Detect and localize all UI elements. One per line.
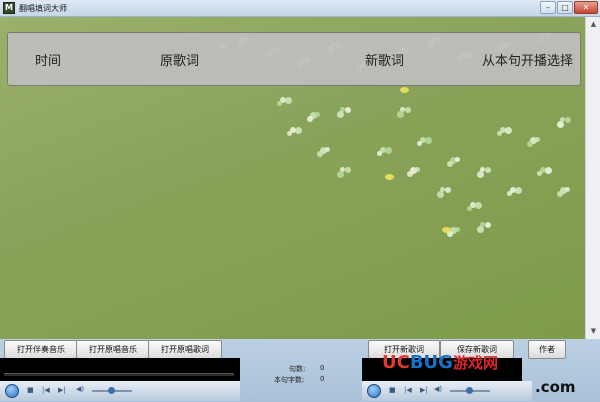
leaf-shape (385, 147, 392, 154)
leaf-shape (397, 111, 404, 118)
volume-knob-right[interactable] (466, 387, 473, 394)
app-icon: M (3, 2, 15, 14)
leaf-shape (447, 161, 453, 167)
open-original-lyrics-button[interactable]: 打开原唱歌词 (148, 340, 222, 359)
volume-icon-right[interactable]: ◀) (434, 385, 442, 393)
previous-icon-right[interactable]: |◀ (404, 386, 412, 394)
leaf-shape (407, 171, 413, 177)
open-accompaniment-button[interactable]: 打开伴奏音乐 (4, 340, 78, 359)
stop-icon-right[interactable]: ■ (389, 386, 396, 394)
vertical-scrollbar[interactable]: ▲ ▼ (585, 17, 600, 339)
leaf-shape (527, 141, 533, 147)
maximize-button[interactable]: □ (557, 1, 573, 14)
leaf-shape (535, 137, 540, 142)
leaf-shape (345, 107, 351, 113)
accompaniment-controls: ■ |◀ ▶| ◀) (0, 381, 240, 401)
leaf-shape (277, 101, 282, 106)
leaf-shape (455, 157, 460, 162)
leaf-shape (497, 131, 502, 136)
play-icon[interactable] (5, 384, 19, 398)
yellow-flower-shape (400, 87, 409, 93)
column-time[interactable]: 时间 (35, 50, 61, 69)
leaf-shape (557, 121, 564, 128)
stop-icon[interactable]: ■ (27, 386, 34, 394)
leaf-shape (537, 171, 542, 176)
leaf-shape (287, 131, 292, 136)
leaf-shape (337, 171, 344, 178)
leaf-shape (565, 117, 571, 123)
leaf-shape (307, 116, 313, 122)
column-new-lyrics[interactable]: 新歌词 (365, 50, 404, 69)
leaf-shape (475, 202, 482, 209)
watermark-logo: UCBUG游戏网 (382, 352, 498, 373)
scroll-up-icon[interactable]: ▲ (588, 19, 599, 30)
previous-icon[interactable]: |◀ (42, 386, 50, 394)
original-controls: ■ |◀ ▶| ◀) (362, 381, 532, 401)
close-button[interactable]: ✕ (574, 1, 598, 14)
leaf-shape (345, 167, 351, 173)
leaf-shape (417, 141, 422, 146)
volume-knob[interactable] (108, 387, 115, 394)
char-count-label: 本句字数: (274, 376, 305, 384)
leaf-shape (295, 127, 302, 134)
leaf-shape (485, 167, 491, 173)
open-original-music-button[interactable]: 打开原唱音乐 (76, 340, 150, 359)
column-header: 时间 原歌词 新歌词 从本句开播选择 (7, 32, 581, 86)
leaf-shape (317, 151, 323, 157)
scroll-down-icon[interactable]: ▼ (588, 326, 599, 337)
leaf-shape (285, 97, 292, 104)
leaf-shape (565, 187, 570, 192)
leaf-shape (467, 206, 472, 211)
column-play-from[interactable]: 从本句开播选择 (482, 50, 573, 69)
leaf-shape (557, 191, 563, 197)
leaf-shape (405, 107, 411, 113)
leaf-shape (455, 227, 460, 232)
yellow-flower-shape (442, 227, 451, 233)
leaf-shape (415, 167, 420, 172)
leaf-shape (325, 147, 330, 152)
leaf-shape (437, 191, 444, 198)
minimize-button[interactable]: – (540, 1, 556, 14)
leaf-shape (477, 226, 484, 233)
volume-icon[interactable]: ◀) (76, 385, 84, 393)
play-icon-right[interactable] (367, 384, 381, 398)
accompaniment-seekbar[interactable] (4, 373, 234, 376)
leaf-shape (315, 112, 320, 117)
leaf-shape (505, 127, 512, 134)
title-bar: M 翻唱填词大师 – □ ✕ (0, 0, 600, 17)
char-count-value: 0 (320, 375, 325, 383)
leaf-shape (477, 171, 484, 178)
watermark-dotcom: .com (535, 378, 576, 396)
sentence-count-label: 句数: (289, 365, 306, 373)
window-controls: – □ ✕ (540, 1, 598, 14)
leaf-shape (445, 187, 451, 193)
sentence-count-value: 0 (320, 364, 325, 372)
author-button[interactable]: 作者 (528, 340, 566, 359)
leaf-shape (545, 167, 552, 174)
leaf-shape (515, 187, 522, 194)
leaf-shape (507, 191, 512, 196)
control-area: 打开伴奏音乐 打开原唱音乐 打开原唱歌词 打开新歌词 保存新歌词 作者 ■ |◀… (0, 339, 600, 402)
leaf-shape (425, 137, 432, 144)
column-original-lyrics[interactable]: 原歌词 (160, 50, 199, 69)
window-title: 翻唱填词大师 (19, 3, 67, 13)
leaf-shape (377, 151, 382, 156)
next-icon-right[interactable]: ▶| (420, 386, 428, 394)
accompaniment-player[interactable] (0, 358, 240, 383)
yellow-flower-shape (385, 174, 394, 180)
leaf-shape (337, 111, 344, 118)
next-icon[interactable]: ▶| (58, 386, 66, 394)
leaf-shape (485, 222, 491, 228)
